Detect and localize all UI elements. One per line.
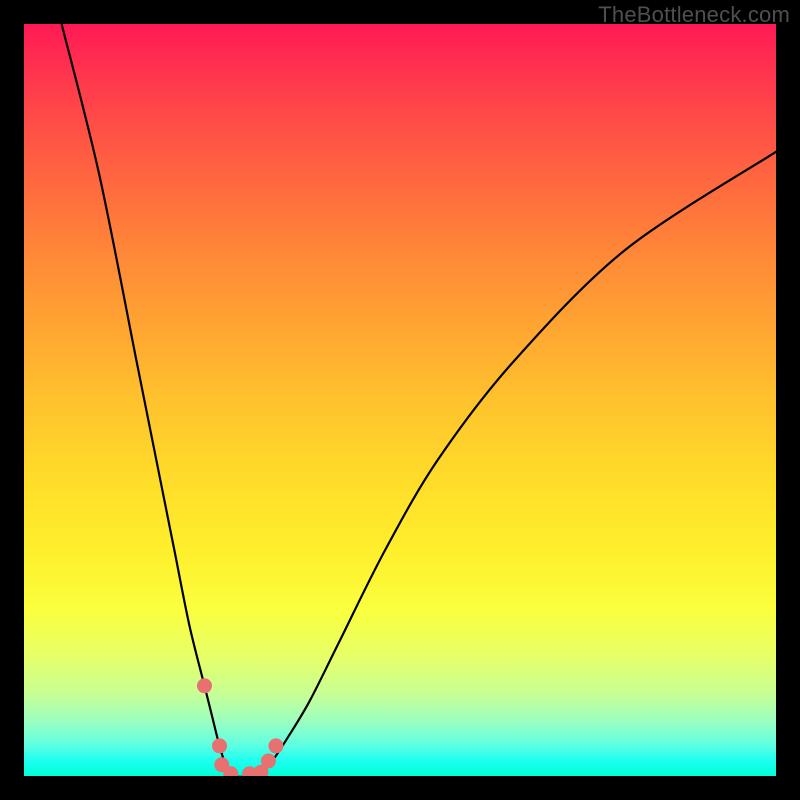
plot-area [24, 24, 776, 776]
chart-frame: TheBottleneck.com [0, 0, 800, 800]
curve-layer [24, 24, 776, 776]
watermark-label: TheBottleneck.com [598, 2, 790, 28]
marker-dot [261, 753, 276, 768]
marker-dot [197, 678, 212, 693]
marker-dot [212, 738, 227, 753]
bottleneck-curve [62, 24, 776, 776]
marker-dot [268, 738, 283, 753]
marker-dots [197, 678, 283, 776]
